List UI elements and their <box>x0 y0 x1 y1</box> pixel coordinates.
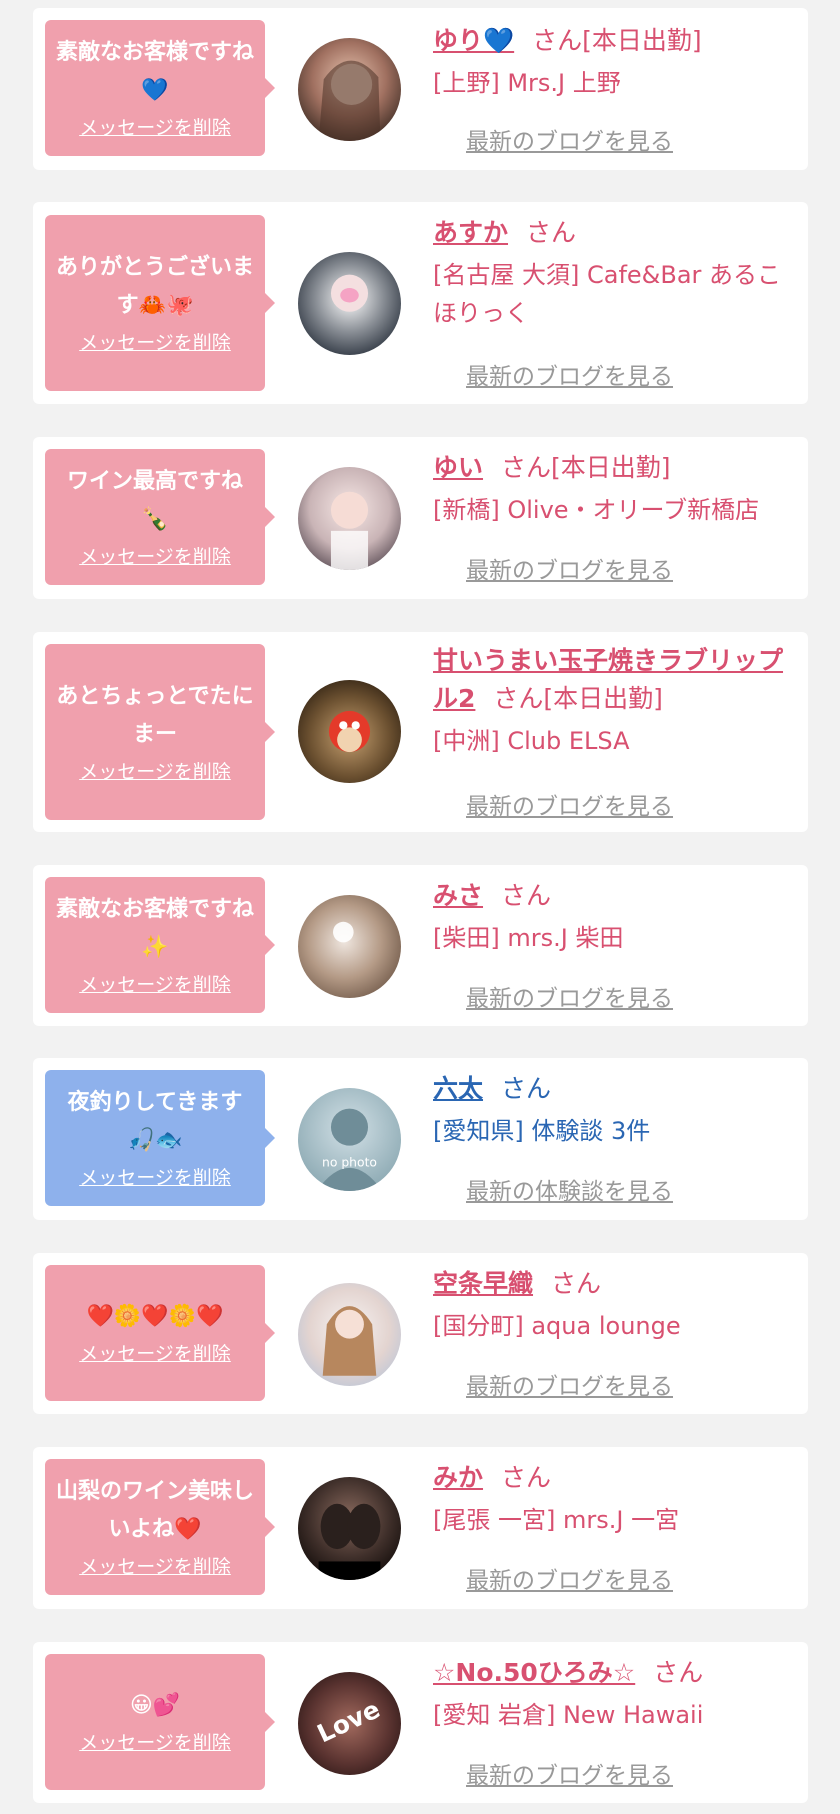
cast-name-link[interactable]: みさ <box>433 881 483 910</box>
message-bubble: 素敵なお客様ですね💙 メッセージを削除 <box>45 20 275 156</box>
message-bubble: 😀💕 メッセージを削除 <box>45 1654 275 1790</box>
message-bubble: ありがとうございます🦀🐙 メッセージを削除 <box>45 215 275 391</box>
latest-blog-link[interactable]: 最新のブログを見る <box>466 357 673 391</box>
shop-label: [名古屋 大須] Cafe&Bar あるこほりっく <box>433 261 782 327</box>
cast-info: みさ さん [柴田] mrs.J 柴田 <box>433 877 793 957</box>
delete-message-link[interactable]: メッセージを削除 <box>79 329 231 357</box>
cast-name-line: あすか さん <box>433 214 793 252</box>
latest-blog-link[interactable]: 最新のブログを見る <box>466 1367 673 1401</box>
cast-name-suffix: さん[本日出勤] <box>501 453 671 482</box>
message-text: ありがとうございます🦀🐙 <box>55 255 254 318</box>
delete-message-link[interactable]: メッセージを削除 <box>79 1553 231 1581</box>
message-text: ワイン最高ですね🍾 <box>66 469 243 532</box>
cast-info: ゆい さん[本日出勤] [新橋] Olive・オリーブ新橋店 <box>433 449 793 529</box>
delete-message-link[interactable]: メッセージを削除 <box>79 1729 231 1757</box>
avatar[interactable]: Love <box>298 1672 401 1775</box>
cast-name-line: みさ さん <box>433 877 793 915</box>
message-bubble: ❤️🌼❤️🌼❤️ メッセージを削除 <box>45 1265 275 1401</box>
cast-name-suffix: さん[本日出勤] <box>532 26 702 55</box>
cast-name-link[interactable]: あすか <box>433 218 508 247</box>
cast-name-line: 空条早織 さん <box>433 1265 793 1303</box>
message-text: 😀💕 <box>129 1693 181 1718</box>
shop-label: [上野] Mrs.J 上野 <box>433 69 621 97</box>
customer-name-suffix: さん <box>501 1074 552 1103</box>
customer-name-link[interactable]: 六太 <box>433 1074 483 1103</box>
message-bubble: 夜釣りしてきます🎣🐟 メッセージを削除 <box>45 1070 275 1206</box>
message-card: ❤️🌼❤️🌼❤️ メッセージを削除 空条早織 さん [国分町] aqua loun… <box>33 1253 808 1414</box>
avatar[interactable] <box>298 1477 401 1580</box>
delete-message-link[interactable]: メッセージを削除 <box>79 543 231 571</box>
cast-name-suffix: さん <box>526 218 577 247</box>
message-card: ワイン最高ですね🍾 メッセージを削除 ゆい さん[本日出勤] [新橋] Olive… <box>33 437 808 599</box>
message-bubble: 山梨のワイン美味しいよね❤️ メッセージを削除 <box>45 1459 275 1595</box>
cast-info: 甘いうまい玉子焼きラブリップル2 さん[本日出勤] [中洲] Club ELSA <box>433 642 793 760</box>
cast-name-suffix: さん <box>501 1463 552 1492</box>
shop-label: [中洲] Club ELSA <box>433 727 630 755</box>
cast-info: 六太 さん [愛知県] 体験談 3件 <box>433 1070 793 1150</box>
delete-message-link[interactable]: メッセージを削除 <box>79 971 231 999</box>
delete-message-link[interactable]: メッセージを削除 <box>79 114 231 142</box>
message-card: あとちょっとでたにまー メッセージを削除 甘いうまい玉子焼きラブリップル2 さん[… <box>33 632 808 832</box>
message-text: 素敵なお客様ですね💙 <box>55 40 254 103</box>
cast-name-suffix: さん <box>551 1269 602 1298</box>
latest-blog-link[interactable]: 最新のブログを見る <box>466 551 673 585</box>
area-reviews-label: [愛知県] 体験談 3件 <box>433 1117 651 1145</box>
cast-name-link[interactable]: みか <box>433 1463 483 1492</box>
avatar[interactable] <box>298 252 401 355</box>
latest-reviews-link[interactable]: 最新の体験談を見る <box>466 1172 673 1206</box>
cast-name-link[interactable]: ☆No.50ひろみ☆ <box>433 1658 635 1687</box>
message-text: 夜釣りしてきます🎣🐟 <box>67 1090 243 1153</box>
cast-info: あすか さん [名古屋 大須] Cafe&Bar あるこほりっく <box>433 214 793 332</box>
shop-label: [愛知 岩倉] New Hawaii <box>433 1701 704 1729</box>
latest-blog-link[interactable]: 最新のブログを見る <box>466 122 673 156</box>
message-text: ❤️🌼❤️🌼❤️ <box>86 1304 224 1329</box>
cast-info: ゆり💙 さん[本日出勤] [上野] Mrs.J 上野 <box>433 22 793 102</box>
latest-blog-link[interactable]: 最新のブログを見る <box>466 787 673 821</box>
delete-message-link[interactable]: メッセージを削除 <box>79 1164 231 1192</box>
message-card: 夜釣りしてきます🎣🐟 メッセージを削除 no photo 六太 さん [愛知県] … <box>33 1058 808 1220</box>
avatar[interactable] <box>298 680 401 783</box>
cast-info: みか さん [尾張 一宮] mrs.J 一宮 <box>433 1459 793 1539</box>
delete-message-link[interactable]: メッセージを削除 <box>79 1340 231 1368</box>
shop-label: [尾張 一宮] mrs.J 一宮 <box>433 1506 680 1534</box>
message-card: 素敵なお客様ですね✨ メッセージを削除 みさ さん [柴田] mrs.J 柴田 最… <box>33 865 808 1026</box>
message-card: 山梨のワイン美味しいよね❤️ メッセージを削除 みか さん [尾張 一宮] mrs… <box>33 1447 808 1609</box>
message-text: 素敵なお客様ですね✨ <box>55 897 254 960</box>
customer-name-line: 六太 さん <box>433 1070 793 1108</box>
avatar[interactable]: no photo <box>298 1088 401 1191</box>
cast-name-link[interactable]: ゆり💙 <box>433 26 514 55</box>
avatar[interactable] <box>298 467 401 570</box>
cast-info: 空条早織 さん [国分町] aqua lounge <box>433 1265 793 1345</box>
cast-name-line: 甘いうまい玉子焼きラブリップル2 さん[本日出勤] <box>433 642 793 718</box>
no-photo-label: no photo <box>322 1155 377 1169</box>
cast-name-line: ゆり💙 さん[本日出勤] <box>433 22 793 60</box>
delete-message-link[interactable]: メッセージを削除 <box>79 758 231 786</box>
cast-name-link[interactable]: 空条早織 <box>433 1269 533 1298</box>
latest-blog-link[interactable]: 最新のブログを見る <box>466 1561 673 1595</box>
message-bubble: 素敵なお客様ですね✨ メッセージを削除 <box>45 877 275 1013</box>
latest-blog-link[interactable]: 最新のブログを見る <box>466 979 673 1013</box>
cast-name-suffix: さん <box>501 881 552 910</box>
message-text: 山梨のワイン美味しいよね❤️ <box>55 1479 254 1542</box>
message-card: 素敵なお客様ですね💙 メッセージを削除 ゆり💙 さん[本日出勤] [上野] Mrs… <box>33 8 808 170</box>
cast-name-suffix: さん[本日出勤] <box>493 684 663 713</box>
message-card: 😀💕 メッセージを削除 Love ☆No.50ひろみ☆ さん [愛知 岩倉] Ne… <box>33 1642 808 1803</box>
avatar[interactable] <box>298 1283 401 1386</box>
cast-name-link[interactable]: ゆい <box>433 453 483 482</box>
shop-label: [新橋] Olive・オリーブ新橋店 <box>433 496 760 524</box>
cast-info: ☆No.50ひろみ☆ さん [愛知 岩倉] New Hawaii <box>433 1654 793 1734</box>
cast-name-line: みか さん <box>433 1459 793 1497</box>
message-card: ありがとうございます🦀🐙 メッセージを削除 あすか さん [名古屋 大須] Caf… <box>33 202 808 404</box>
shop-label: [柴田] mrs.J 柴田 <box>433 924 624 952</box>
latest-blog-link[interactable]: 最新のブログを見る <box>466 1756 673 1790</box>
message-bubble: あとちょっとでたにまー メッセージを削除 <box>45 644 275 820</box>
message-bubble: ワイン最高ですね🍾 メッセージを削除 <box>45 449 275 585</box>
avatar[interactable] <box>298 38 401 141</box>
shop-label: [国分町] aqua lounge <box>433 1312 681 1340</box>
avatar[interactable] <box>298 895 401 998</box>
message-text: あとちょっとでたにまー <box>56 684 254 747</box>
cast-name-suffix: さん <box>653 1658 704 1687</box>
cast-name-line: ゆい さん[本日出勤] <box>433 449 793 487</box>
cast-name-line: ☆No.50ひろみ☆ さん <box>433 1654 793 1692</box>
